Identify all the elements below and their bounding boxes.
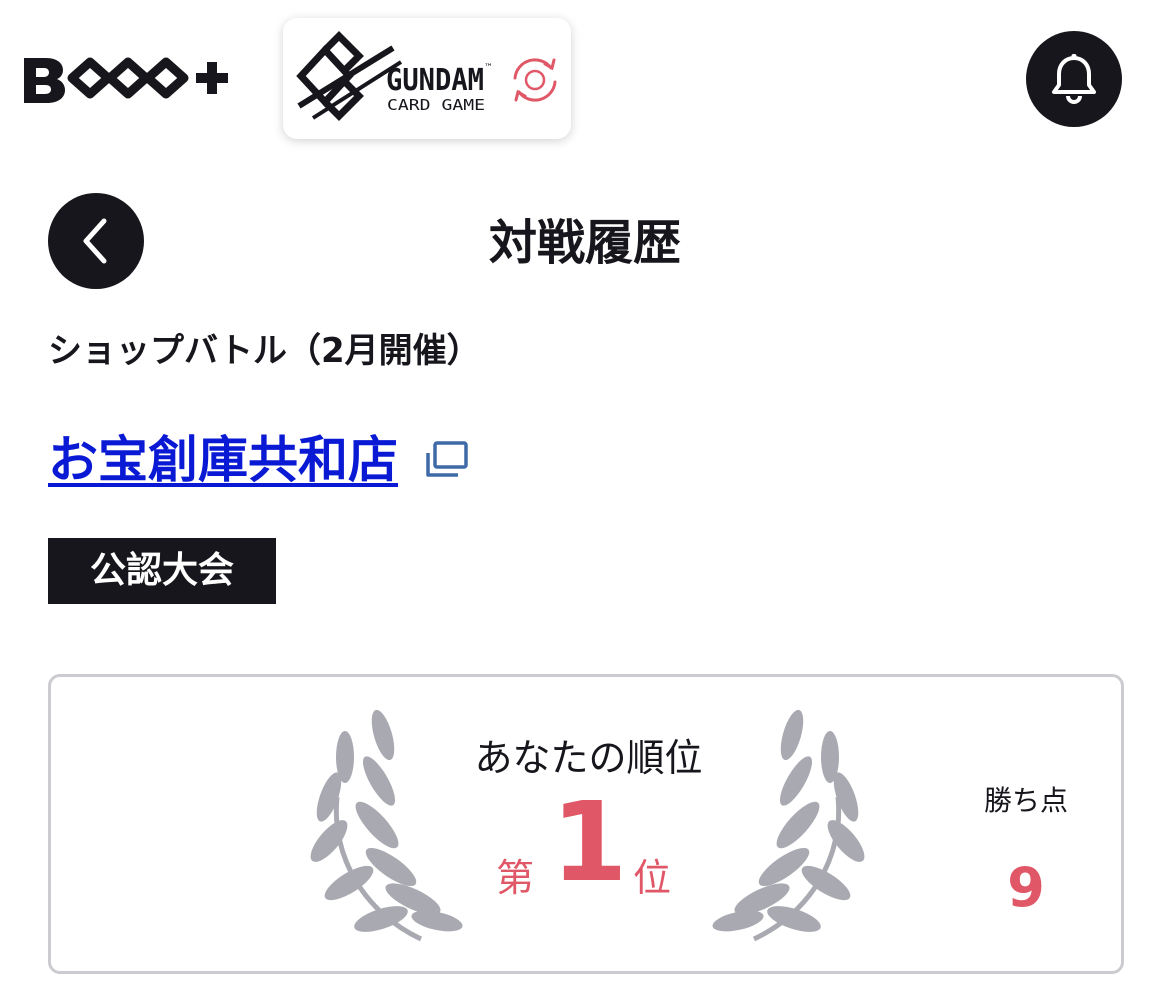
rank-suffix: 位 — [633, 856, 672, 900]
result-card: あなたの順位 第 1 位 勝ち点 9 — [48, 674, 1124, 974]
bell-icon — [1052, 54, 1096, 104]
trademark-sign: ™ — [484, 63, 493, 73]
switch-game-icon — [513, 58, 557, 102]
points-label: 勝ち点 — [983, 784, 1068, 817]
rank-value: 1 — [551, 778, 628, 906]
gundam-card-game-switcher[interactable]: GUNDAM ™ CARD GAME — [283, 18, 571, 139]
shop-link[interactable]: お宝創庫共和店 — [48, 428, 398, 492]
points-value: 9 — [1007, 856, 1045, 919]
laurel-wreath-right-icon — [712, 709, 865, 942]
notification-button[interactable] — [1026, 31, 1122, 127]
external-window-icon[interactable] — [422, 439, 470, 481]
chevron-left-icon — [83, 218, 107, 264]
gundam-wordmark: GUNDAM — [386, 63, 484, 98]
btcg-plus-logo-mark — [24, 57, 228, 103]
app-header: GUNDAM ™ CARD GAME — [0, 0, 1170, 160]
rank-prefix: 第 — [496, 856, 535, 900]
shop-row: お宝創庫共和店 — [48, 425, 470, 495]
back-button[interactable] — [48, 193, 144, 289]
card-game-wordmark: CARD GAME — [387, 96, 485, 114]
event-name: ショップバトル（2月開催） — [48, 331, 481, 371]
btcg-plus-logo[interactable] — [22, 50, 237, 106]
gundam-card-game-logo: GUNDAM ™ CARD GAME — [296, 31, 557, 121]
official-tournament-badge: 公認大会 — [48, 538, 276, 604]
page-title: 対戦履歴 — [488, 215, 681, 271]
